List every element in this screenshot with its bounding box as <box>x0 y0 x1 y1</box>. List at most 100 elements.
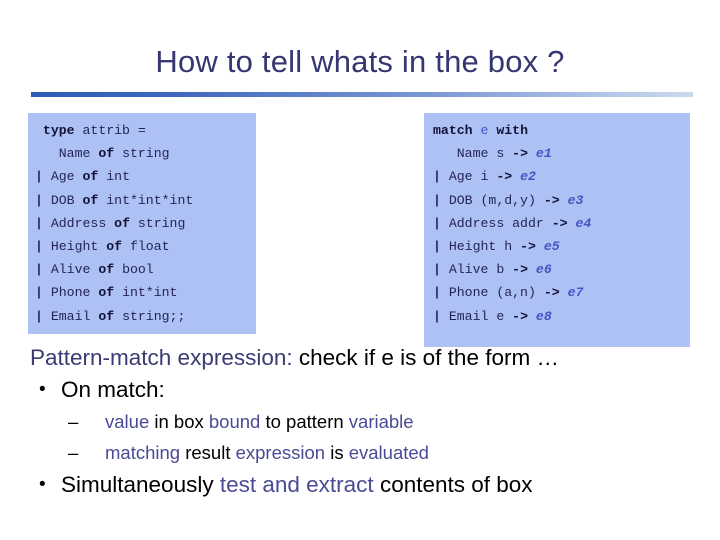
variant-bar-token: | <box>433 262 441 278</box>
variant-bar-token: | <box>433 285 441 301</box>
code-text: int <box>98 169 130 185</box>
code-line: | Address of string <box>35 212 256 235</box>
keyword-token: match <box>433 123 473 138</box>
pattern-token: Height h <box>440 239 521 255</box>
variant-bar-token: | <box>35 308 43 324</box>
sub-bullet-dash-icon: – <box>68 442 79 463</box>
sub-bullet-segment: in box <box>149 411 209 432</box>
arrow-token: -> <box>543 192 560 208</box>
lead-line-blue: Pattern-match expression: <box>30 345 293 370</box>
code-text: int*int*int <box>98 192 194 208</box>
code-line: | Email e -> e8 <box>433 305 690 328</box>
result-expression-token: e4 <box>575 215 592 231</box>
code-text: string <box>129 215 186 231</box>
code-line: | Phone of int*int <box>35 281 256 304</box>
code-text: bool <box>114 262 154 278</box>
variant-bar-token: | <box>35 215 43 231</box>
slide-body: Pattern-match expression: check if e is … <box>30 343 714 501</box>
result-expression-token: e3 <box>567 192 584 208</box>
code-text: Alive <box>42 262 99 278</box>
code-text: Phone <box>42 285 99 301</box>
arrow-token: -> <box>543 285 560 301</box>
arrow-token: -> <box>512 146 528 162</box>
pattern-token: Alive b <box>440 262 513 278</box>
result-expression-token: e6 <box>535 262 552 278</box>
bullet-simultaneous: • Simultaneously test and extract content… <box>30 468 714 501</box>
bullet-dot-icon: • <box>39 474 46 495</box>
arrow-token: -> <box>520 239 536 255</box>
code-text: string;; <box>114 308 186 324</box>
keyword-token: of <box>82 192 99 208</box>
code-line: | Address addr -> e4 <box>433 212 690 235</box>
variant-bar-token: | <box>35 169 43 185</box>
code-text: string <box>114 146 170 162</box>
result-expression-token: e8 <box>535 308 552 324</box>
code-line: | Email of string;; <box>35 305 256 328</box>
keyword-token: type <box>42 123 75 138</box>
code-line: | Alive of bool <box>35 258 256 281</box>
arrow-token: -> <box>512 308 528 324</box>
result-expression-token: e5 <box>543 239 560 255</box>
code-line-match-header: match e with <box>433 119 690 142</box>
sub-bullet-item: – matching result expression is evaluated <box>30 437 714 468</box>
arrow-token: -> <box>496 169 513 185</box>
variant-bar-token: | <box>433 215 441 231</box>
variant-bar-token: | <box>433 192 441 208</box>
code-text: DOB <box>42 192 83 208</box>
code-line: | Age i -> e2 <box>433 165 690 188</box>
code-line: type attrib = <box>35 119 256 142</box>
type-definition-code-block: type attrib = Name of string | Age of int… <box>28 113 256 334</box>
pattern-token: Name s <box>440 146 513 162</box>
keyword-token: of <box>98 262 115 278</box>
code-line: | Age of int <box>35 165 256 188</box>
sub-bullet-dash-icon: – <box>68 411 79 432</box>
code-text: int*int <box>114 285 178 301</box>
code-line: | Phone (a,n) -> e7 <box>433 281 690 304</box>
sub-bullet-segment: value <box>105 411 150 432</box>
result-expression-token: e2 <box>520 169 536 185</box>
code-line: | Height h -> e5 <box>433 235 690 258</box>
arrow-token: -> <box>512 262 528 278</box>
bullet-segment: test and extract <box>219 472 374 497</box>
code-text: attrib = <box>74 123 146 138</box>
code-text: float <box>122 239 170 255</box>
code-line: Name of string <box>35 142 256 165</box>
pattern-token: Email e <box>440 308 513 324</box>
code-line: | DOB (m,d,y) -> e3 <box>433 189 690 212</box>
bullet-dot-icon: • <box>39 379 46 400</box>
variant-bar-token: | <box>433 308 441 324</box>
keyword-token: of <box>98 285 115 301</box>
variant-bar-token: | <box>35 239 43 255</box>
variant-bar-token: | <box>433 169 441 185</box>
pattern-token: Age i <box>440 169 497 185</box>
result-expression-token: e7 <box>567 285 584 301</box>
variant-bar-token: | <box>433 239 441 255</box>
page-title: How to tell whats in the box ? <box>155 44 565 79</box>
variant-bar-token: | <box>35 262 43 278</box>
code-line: Name s -> e1 <box>433 142 690 165</box>
code-line: | Height of float <box>35 235 256 258</box>
code-line: | Alive b -> e6 <box>433 258 690 281</box>
code-text: Height <box>42 239 107 255</box>
code-text: Address <box>42 215 115 231</box>
sub-bullet-segment: result <box>180 442 236 463</box>
code-line: | DOB of int*int*int <box>35 189 256 212</box>
bullet-segment: contents of box <box>373 472 533 497</box>
variant-bar-token: | <box>35 192 43 208</box>
result-expression-token: e1 <box>535 146 552 162</box>
match-expression-code-block: match e with Name s -> e1 | Age i -> e2 | … <box>424 113 690 347</box>
bullet-simultaneous-label: Simultaneously test and extract contents… <box>61 472 533 497</box>
keyword-token: of <box>98 308 115 324</box>
sub-bullet-segment: is <box>325 442 349 463</box>
keyword-token: with <box>496 123 528 138</box>
bullet-on-match-label: On match: <box>61 377 165 402</box>
